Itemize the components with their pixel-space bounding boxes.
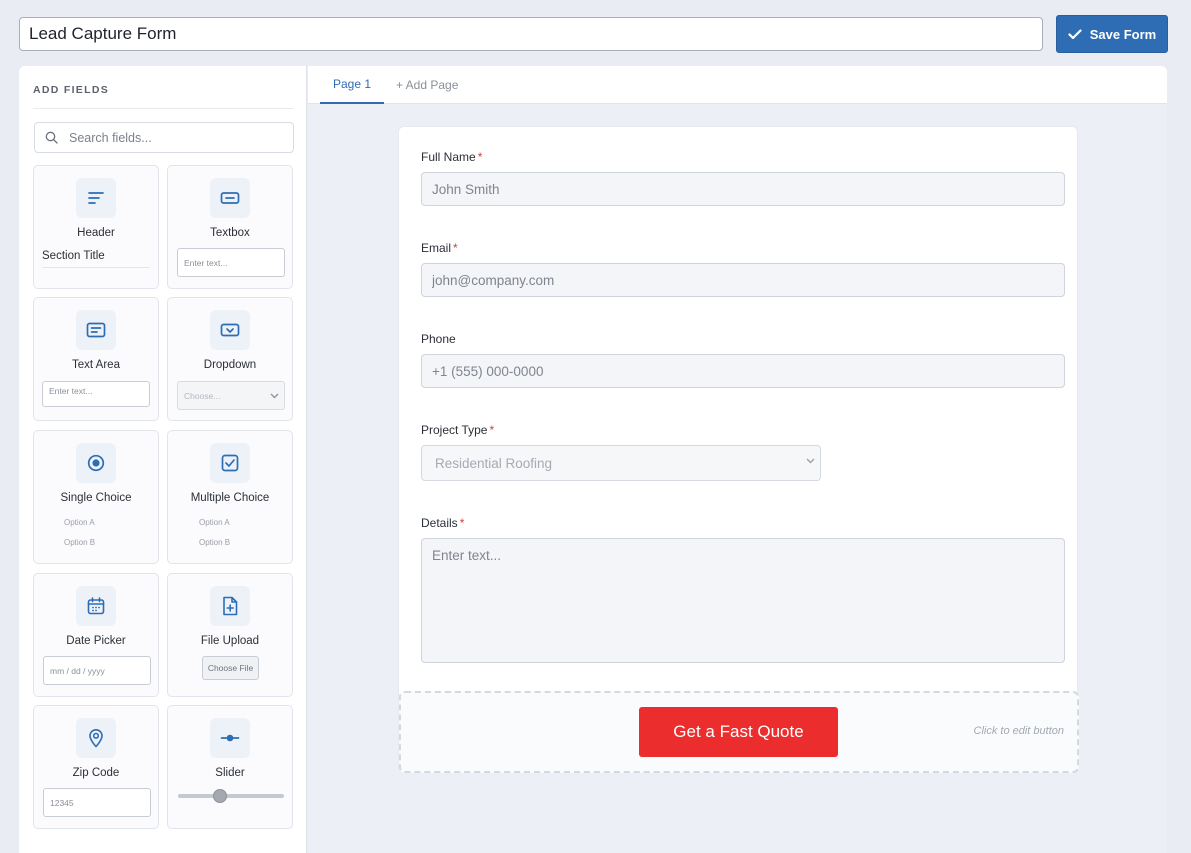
slider-icon-box — [210, 718, 250, 758]
calendar-icon — [87, 597, 105, 615]
date-preview: mm / dd / yyyy — [43, 656, 151, 685]
tile-label-header: Header — [77, 227, 115, 239]
get-quote-button[interactable]: Get a Fast Quote — [639, 707, 838, 757]
submit-button-zone[interactable]: Get a Fast Quote Click to edit button — [399, 691, 1079, 773]
file-plus-icon — [223, 596, 238, 616]
phone-label: Phone — [421, 332, 456, 346]
required-marker: * — [489, 423, 495, 437]
details-textarea[interactable] — [421, 538, 1065, 663]
page-tabs: Page 1 + Add Page — [308, 66, 1167, 104]
tile-label-date-picker: Date Picker — [66, 635, 126, 647]
field-tile-dropdown[interactable]: Dropdown Choose... — [167, 297, 293, 421]
email-label: Email * — [421, 241, 458, 255]
details-label: Details * — [421, 516, 464, 530]
form-preview-card: Full Name* Email* Phone Project Type* Re… — [398, 126, 1079, 773]
tile-label-zip-code: Zip Code — [72, 767, 120, 779]
field-tile-multiple-choice[interactable]: Multiple Choice Option A Option B — [167, 430, 293, 564]
textarea-preview: Enter text... — [42, 381, 150, 407]
slider-icon — [220, 734, 240, 742]
zip-preview: 12345 — [43, 788, 151, 817]
sidebar-divider — [33, 108, 293, 109]
dropdown-icon-box — [210, 310, 250, 350]
form-title-input[interactable] — [19, 17, 1043, 51]
dropdown-preview: Choose... — [177, 381, 285, 410]
choose-file-preview: Choose File — [202, 656, 259, 680]
dropdown-icon — [220, 323, 240, 337]
email-input[interactable] — [421, 263, 1065, 297]
save-form-button[interactable]: Save Form — [1056, 15, 1168, 53]
checkbox-icon — [221, 454, 239, 472]
field-tile-file-upload[interactable]: File Upload Choose File — [167, 573, 293, 697]
textarea-icon-box — [76, 310, 116, 350]
slider-track — [178, 794, 284, 798]
tile-label-multiple-choice: Multiple Choice — [190, 492, 270, 504]
edit-button-hint: Click to edit button — [973, 725, 1065, 737]
textbox-icon — [220, 192, 240, 204]
tile-label-single-choice: Single Choice — [60, 492, 132, 504]
field-search[interactable] — [34, 122, 294, 153]
textbox-icon-box — [210, 178, 250, 218]
textarea-icon — [86, 322, 106, 338]
tile-label-textarea: Text Area — [72, 359, 120, 371]
search-icon — [45, 131, 58, 144]
form-canvas: Page 1 + Add Page Full Name* Email* Phon… — [308, 66, 1167, 853]
required-marker: * — [477, 150, 483, 164]
search-input[interactable] — [69, 130, 269, 145]
multiple-option-a: Option A — [199, 518, 230, 527]
sidebar-heading: ADD FIELDS — [33, 84, 109, 96]
single-option-b: Option B — [64, 538, 96, 547]
map-pin-icon — [89, 728, 103, 748]
section-title-preview: Section Title — [42, 250, 150, 268]
tile-label-dropdown: Dropdown — [203, 359, 257, 371]
project-type-label-text: Project Type — [421, 423, 488, 437]
project-type-value: Residential Roofing — [435, 455, 553, 471]
details-label-text: Details — [421, 516, 458, 530]
email-label-text: Email — [421, 241, 452, 255]
required-marker: * — [453, 241, 458, 255]
project-type-label: Project Type * — [421, 423, 494, 437]
add-page-tab[interactable]: + Add Page — [396, 66, 458, 104]
multiple-choice-icon-box — [210, 443, 250, 483]
chevron-down-icon — [806, 458, 815, 464]
field-tile-zip-code[interactable]: Zip Code 12345 — [33, 705, 159, 829]
field-tile-header[interactable]: Header Section Title — [33, 165, 159, 289]
full-name-input[interactable] — [421, 172, 1065, 206]
date-icon-box — [76, 586, 116, 626]
field-tile-slider[interactable]: Slider — [167, 705, 293, 829]
save-form-label: Save Form — [1089, 26, 1157, 42]
radio-icon — [87, 454, 105, 472]
field-tile-single-choice[interactable]: Single Choice Option A Option B — [33, 430, 159, 564]
file-icon-box — [210, 586, 250, 626]
phone-input[interactable] — [421, 354, 1065, 388]
tile-label-textbox: Textbox — [210, 227, 250, 239]
slider-thumb — [213, 789, 228, 803]
tile-label-file-upload: File Upload — [200, 635, 260, 647]
full-name-label-text: Full Name — [421, 150, 476, 164]
full-name-label: Full Name * — [421, 150, 482, 164]
single-choice-icon-box — [76, 443, 116, 483]
tab-page-1[interactable]: Page 1 — [320, 66, 384, 104]
project-type-select[interactable]: Residential Roofing — [421, 445, 821, 481]
tile-label-slider: Slider — [215, 767, 245, 779]
header-icon — [88, 192, 104, 204]
multiple-option-b: Option B — [199, 538, 231, 547]
check-icon — [1068, 28, 1082, 39]
field-tile-date-picker[interactable]: Date Picker mm / dd / yyyy — [33, 573, 159, 697]
header-icon-box — [76, 178, 116, 218]
single-option-a: Option A — [64, 518, 95, 527]
chevron-down-icon — [270, 393, 279, 399]
required-marker: * — [459, 516, 465, 530]
field-tile-textbox[interactable]: Textbox Enter text... — [167, 165, 293, 289]
field-tile-textarea[interactable]: Text Area Enter text... — [33, 297, 159, 421]
dropdown-preview-text: Choose... — [184, 390, 221, 401]
textbox-preview: Enter text... — [177, 248, 285, 277]
zip-icon-box — [76, 718, 116, 758]
add-fields-sidebar: ADD FIELDS Header Section Title Textbox … — [19, 66, 307, 853]
